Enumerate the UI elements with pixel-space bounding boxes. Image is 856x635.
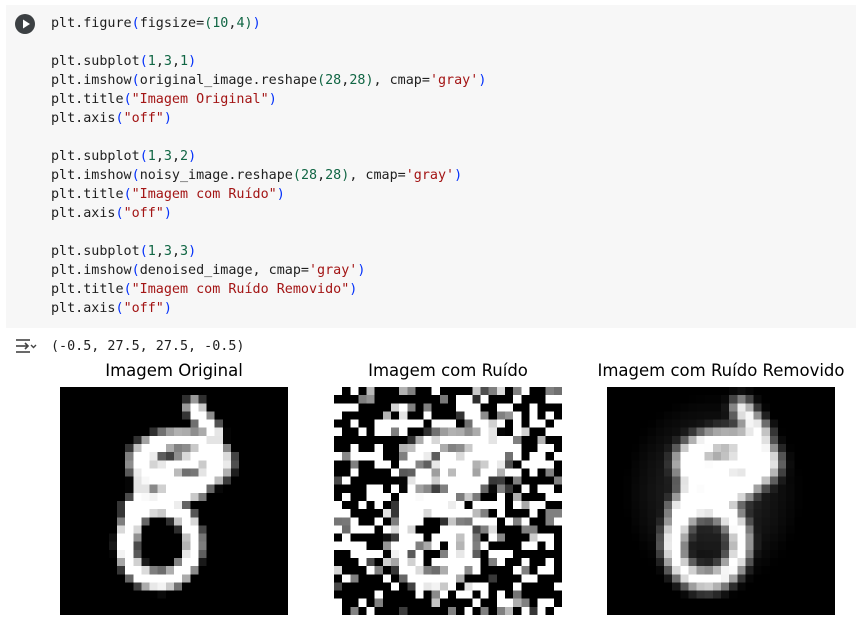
code-line: plt.title("Imagem com Ruído") bbox=[51, 187, 285, 202]
noisy-image bbox=[334, 387, 562, 615]
code-line: plt.figure(figsize=(10,4)) bbox=[51, 16, 261, 31]
code-line: plt.imshow(noisy_image.reshape(28,28), c… bbox=[51, 168, 463, 183]
denoised-image bbox=[607, 387, 835, 615]
output-text: (-0.5, 27.5, 27.5, -0.5) bbox=[51, 339, 245, 354]
run-cell-button[interactable] bbox=[15, 14, 35, 34]
code-line: plt.axis("off") bbox=[51, 206, 172, 221]
code-editor[interactable]: plt.figure(figsize=(10,4)) plt.subplot(1… bbox=[51, 14, 486, 318]
panel-title-original: Imagem Original bbox=[105, 361, 243, 380]
panel-title-denoised: Imagem com Ruído Removido bbox=[597, 361, 845, 380]
code-line: plt.title("Imagem Original") bbox=[51, 92, 277, 107]
panel-title-noisy: Imagem com Ruído bbox=[368, 361, 528, 380]
play-icon bbox=[23, 19, 30, 29]
code-line: plt.axis("off") bbox=[51, 111, 172, 126]
code-line: plt.imshow(denoised_image, cmap='gray') bbox=[51, 263, 366, 278]
code-line: plt.subplot(1,3,2) bbox=[51, 149, 197, 164]
code-line: plt.subplot(1,3,1) bbox=[51, 54, 197, 69]
code-line: plt.axis("off") bbox=[51, 301, 172, 316]
code-line: plt.title("Imagem com Ruído Removido") bbox=[51, 282, 358, 297]
output-toggle-icon[interactable] bbox=[15, 337, 37, 355]
code-line: plt.imshow(original_image.reshape(28,28)… bbox=[51, 73, 487, 88]
original-image bbox=[60, 387, 288, 615]
code-line: plt.subplot(1,3,3) bbox=[51, 244, 197, 259]
